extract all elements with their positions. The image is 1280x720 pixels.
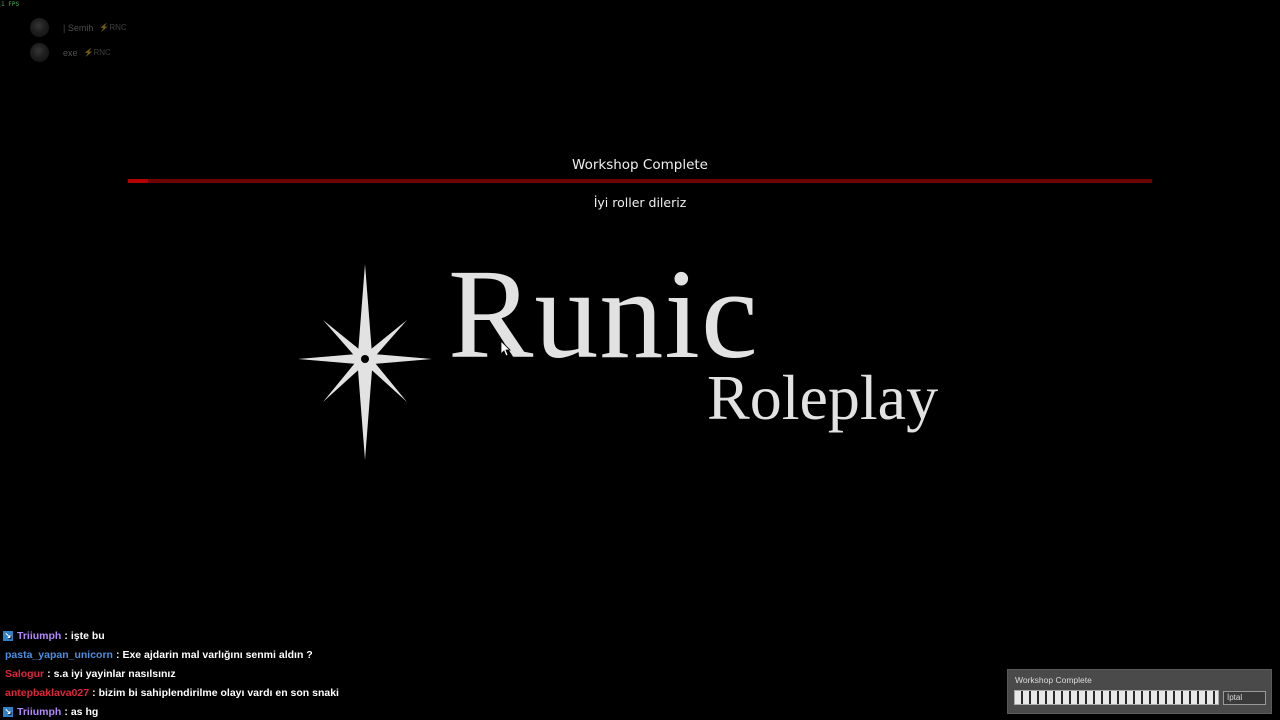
voice-user-name: exe <box>63 47 78 58</box>
download-progress-fill <box>1015 691 1218 704</box>
chat-separator: : <box>92 686 96 699</box>
cancel-button[interactable]: İptal <box>1223 691 1266 705</box>
loading-progress-track <box>128 179 1152 183</box>
download-progress-bar <box>1014 690 1219 705</box>
voice-user-tag: ⚡RNC <box>99 23 127 32</box>
chat-separator: : <box>64 705 68 718</box>
loading-subtitle: İyi roller dileriz <box>593 195 687 210</box>
chat-text: işte bu <box>70 629 105 642</box>
mouse-cursor-icon <box>500 340 511 361</box>
chat-username: antepbaklava027 <box>5 686 90 699</box>
chat-message: Salogur : s.a iyi yayinlar nasılsınız <box>2 664 339 683</box>
download-title: Workshop Complete <box>1015 675 1092 685</box>
workshop-download-panel: Workshop Complete İptal <box>1007 669 1272 714</box>
chat-separator: : <box>115 648 120 661</box>
logo-title: Runic <box>448 243 759 385</box>
avatar <box>30 43 49 62</box>
chat-username: pasta_yapan_unicorn <box>5 648 113 661</box>
chat-message: pasta_yapan_unicorn : Exe ajdarin mal va… <box>2 645 339 664</box>
chat-message: ↘ Triiumph : as hg <box>2 702 339 720</box>
chat-text: Exe ajdarin mal varlığını senmi aldın ? <box>122 648 313 661</box>
voice-user-tag: ⚡RNC <box>83 48 111 57</box>
voice-user-name: | Semih <box>63 22 94 33</box>
chat-text: s.a iyi yayinlar nasılsınız <box>53 667 176 680</box>
avatar <box>30 18 49 37</box>
voice-user: | Semih ⚡RNC <box>30 15 127 40</box>
loading-status-title: Workshop Complete <box>572 157 708 173</box>
compass-star-icon <box>295 262 435 466</box>
chat-box: ↘ Triiumph : işte bu pasta_yapan_unicorn… <box>2 626 339 720</box>
chat-username: Triiumph <box>17 705 62 718</box>
chat-text: as hg <box>70 705 99 718</box>
voice-chat-list: | Semih ⚡RNC exe ⚡RNC <box>30 15 127 65</box>
chat-message: antepbaklava027 : bizim bi sahiplendiril… <box>2 683 339 702</box>
chat-text: bizim bi sahiplendirilme olayı vardı en … <box>98 686 339 699</box>
chat-badge-icon: ↘ <box>3 630 13 641</box>
chat-username: Triiumph <box>17 629 62 642</box>
chat-separator: : <box>47 667 51 680</box>
fps-counter: 1 FPS <box>1 1 20 8</box>
chat-username: Salogur <box>5 667 45 680</box>
logo-subtitle: Roleplay <box>707 362 939 433</box>
chat-separator: : <box>64 629 68 642</box>
voice-user: exe ⚡RNC <box>30 40 127 65</box>
chat-badge-icon: ↘ <box>3 706 13 717</box>
chat-message: ↘ Triiumph : işte bu <box>2 626 339 645</box>
loading-progress-fill <box>128 179 149 183</box>
